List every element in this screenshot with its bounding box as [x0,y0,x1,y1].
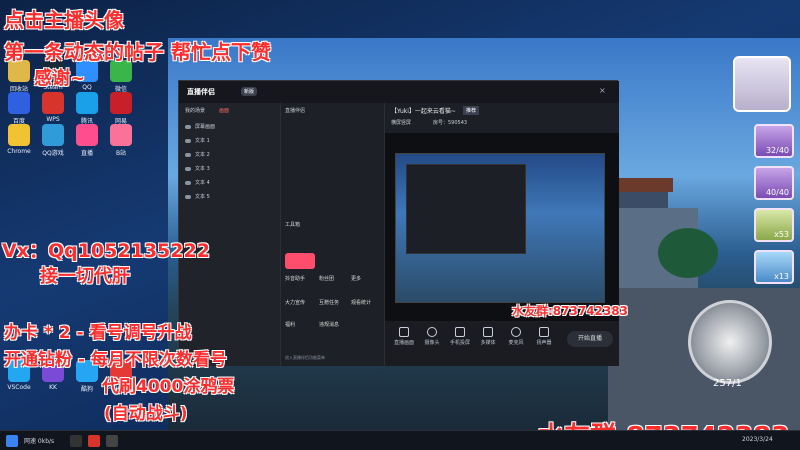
tab-canvas[interactable]: 画面 [219,107,229,114]
tool-label: 大力宣传 [285,300,306,306]
live-companion-window: 直播伴侣 新版 × 我的场景 画面 屏幕画面 文本 1 文本 2 文本 3 文本… [178,80,619,366]
scene-panel: 我的场景 画面 屏幕画面 文本 1 文本 2 文本 3 文本 4 文本 5 [179,103,281,366]
character-avatar[interactable] [733,56,791,112]
overlay-line3: 感谢~ [34,68,86,89]
tool-label: 违规消息 [319,322,340,328]
clock: 2023/3/24 [742,436,773,443]
overlay-promo4: (自动战斗) [104,404,188,424]
ratio-toggle[interactable]: 横屏竖屏 [391,119,411,126]
skill-wheel[interactable] [688,300,772,384]
layer-item[interactable]: 文本 1 [185,137,210,144]
start-icon[interactable] [6,435,18,447]
tool-camera[interactable]: 摄像头 [417,327,447,346]
preview-frame [395,153,605,303]
title-bar: 直播伴侣 新版 × [179,81,619,103]
tool-screen[interactable]: 直播画面 [389,327,419,346]
counter: 257/1 [713,378,742,389]
taskbar: 网速 0kb/s 2023/3/24 [0,430,800,450]
desktop-icon[interactable]: B站 [104,124,138,157]
layer-item[interactable]: 文本 4 [185,179,210,186]
tool-tip: 进入直播伴侣功能菜单 [285,355,325,360]
overlay-promo2: 开通钻粉 - 每月不限次数看号 [4,350,227,370]
taskbar-app-icon[interactable] [106,435,118,447]
scene-tag: 推荐 [463,106,480,115]
overlay-line2: 第一条动态的帖子 帮忙点下赞 [4,40,271,64]
net-status: 网速 0kb/s [24,438,55,445]
tools-panel: 直播伴侣 工具箱 抖音助手 粉丝团 更多 大力宣传 互赠任务 观看统计 福利 违… [281,103,385,366]
desktop-icon[interactable]: 直播 [70,124,104,157]
nested-window [406,164,526,254]
desktop-icon[interactable]: Chrome [2,124,36,155]
room-id: 房号：590543 [433,120,468,126]
desktop-icon[interactable]: QQ游戏 [36,124,70,157]
desktop-icon[interactable]: 百度 [2,92,36,125]
version-badge: 新版 [241,87,258,96]
overlay-promo1: 办卡 * 2 - 看号调号升战 [4,323,192,343]
desktop-icon[interactable]: WPS [36,92,70,123]
tree [658,228,718,278]
tab-scenes[interactable]: 我的场景 [185,107,205,114]
taskbar-app-icon[interactable] [88,435,100,447]
toolbox-label: 工具箱 [285,222,301,228]
layer-item[interactable]: 文本 5 [185,193,210,200]
layer-item[interactable]: 文本 3 [185,165,210,172]
tool-label: 互赠任务 [319,300,340,306]
tool-media[interactable]: 多媒体 [473,327,503,346]
scene-tab[interactable]: 【Yuki】一起来云看猫~ [391,106,456,115]
tool-label: 粉丝团 [319,276,335,282]
close-icon[interactable]: × [599,86,606,95]
overlay-promo3: 代刷4000涂鸦票 [102,377,235,397]
overlay-contact: Vx：Qq1052135222 [2,240,210,262]
taskbar-app-icon[interactable] [70,435,82,447]
bottom-toolbar: 直播画面 摄像头 手机投屏 多媒体 麦克风 扬声器 开始直播 [385,321,619,366]
desktop-icon[interactable]: 腾讯 [70,92,104,125]
layer-item[interactable]: 屏幕画面 [185,123,215,130]
overlay-line1: 点击主播头像 [4,8,124,32]
tool-label: 福利 [285,322,296,328]
tab-companion[interactable]: 直播伴侣 [285,107,305,114]
item-slot[interactable]: 40/40 [754,166,794,200]
layer-item[interactable]: 文本 2 [185,151,210,158]
app-title: 直播伴侣 [187,88,215,96]
item-slot[interactable]: x13 [754,250,794,284]
tool-label: 更多 [351,276,362,282]
preview-header: 【Yuki】一起来云看猫~ 推荐 横屏竖屏 房号：590543 [385,103,619,133]
overlay-qq-small: 水友群:873742383 [512,304,628,318]
overlay-contact2: 接一切代肝 [40,266,130,287]
tool-mic[interactable]: 麦克风 [501,327,531,346]
item-slot[interactable]: x53 [754,208,794,242]
start-live-button[interactable]: 开始直播 [567,331,613,347]
tool-label: 抖音助手 [285,276,306,282]
tool-label: 观看统计 [351,300,372,306]
item-slot[interactable]: 32/40 [754,124,794,158]
tool-speaker[interactable]: 扬声器 [529,327,559,346]
tool-button[interactable] [285,253,315,269]
tool-phone[interactable]: 手机投屏 [445,327,475,346]
desktop-icon[interactable]: 网易 [104,92,138,125]
